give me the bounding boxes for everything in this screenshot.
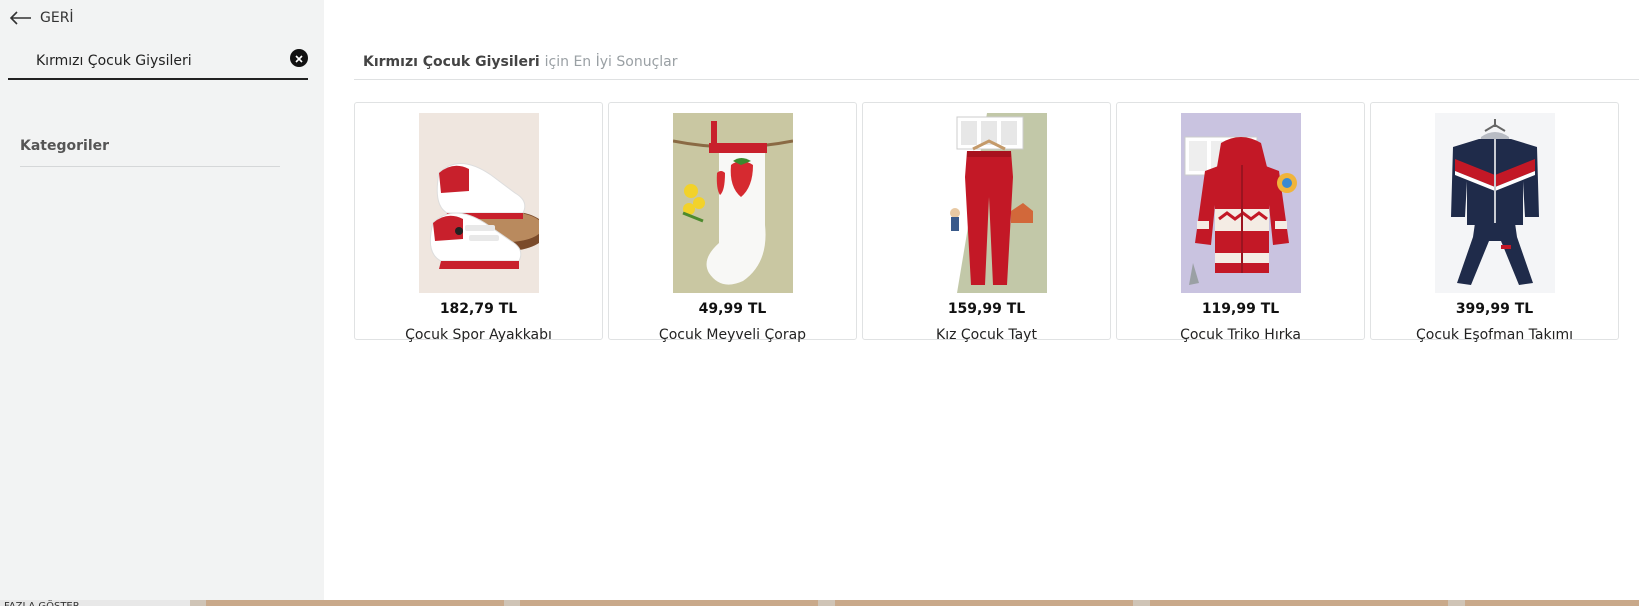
product-card[interactable]: 49,99 TL Çocuk Meyveli Çorap bbox=[608, 102, 857, 343]
product-name[interactable]: Çocuk Triko Hırka bbox=[1117, 327, 1364, 343]
product-image-tracksuit[interactable] bbox=[1435, 113, 1555, 293]
back-button[interactable]: GERİ bbox=[10, 6, 74, 30]
product-name[interactable]: Kız Çocuk Tayt bbox=[863, 327, 1110, 343]
product-price: 49,99 TL bbox=[698, 301, 767, 317]
product-card[interactable]: 399,99 TL Çocuk Eşofman Takımı bbox=[1370, 102, 1619, 343]
product-name[interactable]: Çocuk Spor Ayakkabı bbox=[355, 327, 602, 343]
categories-heading: Kategoriler bbox=[20, 138, 280, 167]
product-grid: 182,79 TL Çocuk Spor Ayakkabı 49,99 TL Ç… bbox=[354, 102, 1619, 343]
bottom-strip: FAZLA GÖSTER bbox=[0, 600, 1639, 606]
bottom-thumbnail[interactable] bbox=[1465, 600, 1639, 606]
product-price: 182,79 TL bbox=[439, 301, 518, 317]
back-label: GERİ bbox=[40, 10, 74, 26]
sidebar: GERİ Kategoriler bbox=[0, 0, 324, 600]
clear-search-button[interactable] bbox=[290, 49, 308, 67]
search-box bbox=[8, 44, 308, 80]
bottom-thumbnail[interactable] bbox=[520, 600, 818, 606]
bottom-thumbnail[interactable] bbox=[835, 600, 1133, 606]
product-price: 399,99 TL bbox=[1455, 301, 1534, 317]
product-price: 119,99 TL bbox=[1201, 301, 1280, 317]
product-card[interactable]: 182,79 TL Çocuk Spor Ayakkabı bbox=[354, 102, 603, 343]
product-image-hoodie[interactable] bbox=[1181, 113, 1301, 293]
results-header: Kırmızı Çocuk Giysileri için En İyi Sonuç… bbox=[354, 50, 1639, 80]
bottom-thumbnail[interactable] bbox=[1150, 600, 1448, 606]
product-price: 159,99 TL bbox=[947, 301, 1026, 317]
close-icon bbox=[294, 49, 304, 68]
product-card[interactable]: 119,99 TL Çocuk Triko Hırka bbox=[1116, 102, 1365, 343]
search-input[interactable] bbox=[8, 44, 278, 78]
bottom-thumbnail[interactable] bbox=[206, 600, 504, 606]
product-image-sock[interactable] bbox=[673, 113, 793, 293]
product-card[interactable]: 159,99 TL Kız Çocuk Tayt bbox=[862, 102, 1111, 343]
arrow-left-icon bbox=[10, 11, 32, 25]
product-name[interactable]: Çocuk Meyveli Çorap bbox=[609, 327, 856, 343]
product-image-leggings[interactable] bbox=[927, 113, 1047, 293]
product-image-sneakers[interactable] bbox=[419, 113, 539, 293]
product-name[interactable]: Çocuk Eşofman Takımı bbox=[1371, 327, 1618, 343]
show-more-button[interactable]: FAZLA GÖSTER bbox=[0, 600, 190, 606]
results-query: Kırmızı Çocuk Giysileri bbox=[363, 54, 540, 70]
results-suffix: için En İyi Sonuçlar bbox=[544, 54, 678, 70]
